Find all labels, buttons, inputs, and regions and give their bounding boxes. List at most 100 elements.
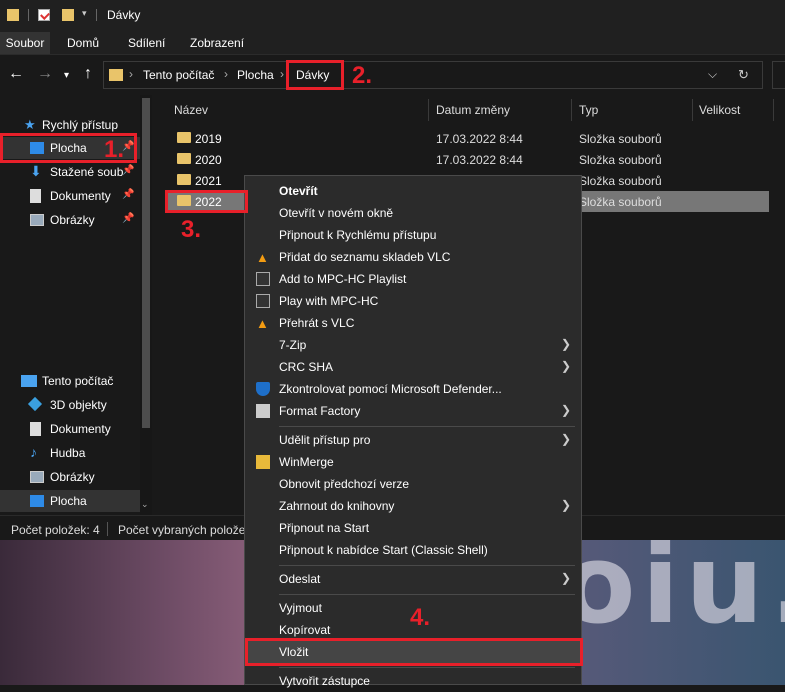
sidebar-item-stazene[interactable]: ⬇ Stažené soub 📌: [0, 161, 140, 183]
menu-item-pridat-vlc[interactable]: ▲ Přidat do seznamu skladeb VLC: [245, 246, 581, 268]
sidebar-scrollbar[interactable]: ⌄: [140, 95, 152, 515]
breadcrumb-separator: ›: [280, 67, 284, 81]
sidebar-item-plocha-pc[interactable]: Plocha: [0, 490, 140, 512]
menu-item-label: Otevřít: [279, 184, 318, 198]
menu-item-label: Format Factory: [279, 404, 361, 418]
menu-item-7zip[interactable]: 7-Zip ❯: [245, 334, 581, 356]
menu-item-label: Add to MPC-HC Playlist: [279, 272, 407, 286]
format-factory-icon: [256, 404, 270, 418]
column-divider[interactable]: [428, 99, 429, 121]
file-name: 2021: [195, 174, 222, 188]
star-icon: ★: [24, 117, 36, 132]
search-input[interactable]: [772, 61, 785, 89]
title-bar: ▾ Dávky: [0, 0, 785, 32]
properties-icon[interactable]: [38, 9, 50, 21]
menu-separator: [279, 667, 575, 668]
tab-soubor[interactable]: Soubor: [0, 32, 50, 54]
menu-item-format-factory[interactable]: Format Factory ❯: [245, 400, 581, 422]
column-header-date[interactable]: Datum změny: [436, 103, 510, 117]
menu-item-odeslat[interactable]: Odeslat ❯: [245, 568, 581, 590]
customize-toolbar-icon[interactable]: ▾: [82, 8, 92, 20]
menu-item-otevrit[interactable]: Otevřít: [245, 180, 581, 202]
menu-item-label: Kopírovat: [279, 623, 331, 637]
tab-sdileni[interactable]: Sdílení: [128, 32, 165, 54]
menu-item-play-mpc[interactable]: Play with MPC-HC: [245, 290, 581, 312]
sidebar-item-hudba[interactable]: ♪ Hudba: [0, 442, 140, 464]
annotation-label-1: 1.: [104, 136, 125, 163]
menu-item-pripnout-start[interactable]: Připnout na Start: [245, 517, 581, 539]
sidebar-item-3d-objekty[interactable]: 3D objekty: [0, 394, 140, 416]
table-row[interactable]: 2019 17.03.2022 8:44 Složka souborů: [165, 128, 769, 149]
menu-item-defender[interactable]: Zkontrolovat pomocí Microsoft Defender..…: [245, 378, 581, 400]
annotation-label-3: 3.: [181, 216, 202, 243]
folder-icon: [177, 132, 191, 143]
menu-item-label: Udělit přístup pro: [279, 433, 371, 447]
column-header-size[interactable]: Velikost: [699, 103, 740, 117]
submenu-chevron-icon: ❯: [560, 432, 571, 446]
menu-item-label: Otevřít v novém okně: [279, 206, 394, 220]
refresh-icon[interactable]: ↻: [738, 67, 749, 83]
column-divider[interactable]: [692, 99, 693, 121]
file-type: Složka souborů: [579, 153, 662, 167]
back-arrow-icon[interactable]: ←: [8, 65, 24, 83]
menu-item-label: Přehrát s VLC: [279, 316, 355, 330]
breadcrumb-separator: ›: [224, 67, 228, 81]
menu-item-label: Obnovit předchozí verze: [279, 477, 410, 491]
recent-locations-chevron-icon[interactable]: ▾: [64, 67, 69, 85]
menu-item-crc-sha[interactable]: CRC SHA ❯: [245, 356, 581, 378]
sidebar-item-obrazky-pc[interactable]: Obrázky: [0, 466, 140, 488]
ribbon-tabs: Soubor Domů Sdílení Zobrazení: [0, 32, 785, 55]
menu-item-add-mpc-playlist[interactable]: Add to MPC-HC Playlist: [245, 268, 581, 290]
table-row[interactable]: 2020 17.03.2022 8:44 Složka souborů: [165, 149, 769, 170]
menu-item-obnovit-verze[interactable]: Obnovit předchozí verze: [245, 473, 581, 495]
scrollbar-thumb[interactable]: [142, 98, 150, 428]
sidebar-item-obrazky[interactable]: Obrázky 📌: [0, 209, 140, 231]
menu-item-label: Připnout k Rychlému přístupu: [279, 228, 437, 242]
file-name: 2020: [195, 153, 222, 167]
annotation-box-3: [165, 190, 248, 213]
menu-item-otevrit-v-novem-okne[interactable]: Otevřít v novém okně: [245, 202, 581, 224]
sidebar-label: Hudba: [50, 446, 86, 460]
address-bar[interactable]: › Tento počítač › Plocha › Dávky ⌵ ↻: [103, 61, 763, 89]
menu-item-udelit-pristup[interactable]: Udělit přístup pro ❯: [245, 429, 581, 451]
sidebar-item-dokumenty-pc[interactable]: Dokumenty: [0, 418, 140, 440]
breadcrumb-plocha[interactable]: Plocha: [237, 68, 274, 82]
scroll-down-chevron-icon[interactable]: ⌄: [141, 499, 149, 510]
pictures-icon: [30, 471, 44, 483]
annotation-box-2: [286, 60, 344, 90]
menu-item-zahrnout-knihovny[interactable]: Zahrnout do knihovny ❯: [245, 495, 581, 517]
tab-domu[interactable]: Domů: [67, 32, 99, 54]
folder-icon: [177, 174, 191, 185]
address-dropdown-chevron-icon[interactable]: ⌵: [708, 67, 717, 82]
menu-item-prehrat-vlc[interactable]: ▲ Přehrát s VLC: [245, 312, 581, 334]
sidebar-label: 3D objekty: [50, 398, 107, 412]
desktop-icon: [30, 495, 44, 507]
menu-item-label: 7-Zip: [279, 338, 307, 352]
document-icon: [30, 422, 41, 436]
breadcrumb-tento-pocitac[interactable]: Tento počítač: [143, 68, 214, 82]
column-header-type[interactable]: Typ: [579, 103, 598, 117]
menu-item-winmerge[interactable]: WinMerge: [245, 451, 581, 473]
selected-count: Počet vybraných polože: [118, 523, 246, 537]
menu-item-pripnout-rychly-pristup[interactable]: Připnout k Rychlému přístupu: [245, 224, 581, 246]
new-folder-icon[interactable]: [62, 9, 74, 21]
sidebar-item-dokumenty[interactable]: Dokumenty 📌: [0, 185, 140, 207]
divider: [96, 9, 97, 21]
file-date: 17.03.2022 8:44: [436, 153, 523, 167]
annotation-label-4: 4.: [410, 604, 431, 631]
column-divider[interactable]: [773, 99, 774, 121]
menu-item-vytvorit-zastupce[interactable]: Vytvořit zástupce: [245, 670, 581, 692]
menu-item-label: Připnout na Start: [279, 521, 370, 535]
column-header-name[interactable]: Název: [174, 103, 208, 117]
menu-item-pripnout-classic-shell[interactable]: Připnout k nabídce Start (Classic Shell): [245, 539, 581, 561]
tab-zobrazeni[interactable]: Zobrazení: [190, 32, 244, 54]
download-icon: ⬇: [30, 163, 42, 179]
column-divider[interactable]: [571, 99, 572, 121]
up-arrow-icon[interactable]: ↑: [84, 65, 92, 83]
file-type: Složka souborů: [579, 174, 662, 188]
window-title: Dávky: [107, 8, 141, 22]
sidebar-this-pc[interactable]: Tento počítač: [0, 370, 140, 392]
divider: [28, 9, 29, 21]
submenu-chevron-icon: ❯: [560, 403, 571, 417]
forward-arrow-icon[interactable]: →: [37, 65, 53, 83]
